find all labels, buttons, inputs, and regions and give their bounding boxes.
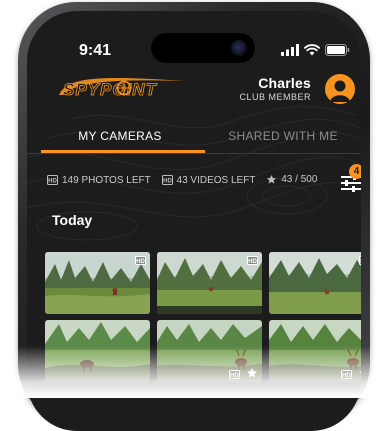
favorite-star-icon[interactable] xyxy=(358,367,361,379)
user-avatar-icon[interactable] xyxy=(325,74,355,104)
favorites-count: 43 / 500 xyxy=(266,174,317,185)
videos-left-text: 43 VIDEOS LEFT xyxy=(176,174,256,186)
hd-photo-icon: HD xyxy=(47,175,58,185)
status-time: 9:41 xyxy=(79,42,112,59)
battery-icon xyxy=(325,44,350,56)
svg-text:HD: HD xyxy=(163,179,172,185)
wifi-icon xyxy=(304,44,320,56)
videos-left: HD 43 VIDEOS LEFT xyxy=(161,174,256,186)
photo-thumbnail[interactable]: HD xyxy=(45,252,150,314)
camera-tabs: MY CAMERAS SHARED WITH ME xyxy=(27,123,361,157)
svg-text:HD: HD xyxy=(48,179,57,185)
wildlife-photo xyxy=(269,252,361,314)
svg-text:HD: HD xyxy=(136,259,145,265)
hd-video-icon: HD xyxy=(161,175,173,185)
quota-row: HD 149 PHOTOS LEFT HD 43 VIDEOS LEFT 43 … xyxy=(47,174,325,190)
photos-left-text: 149 PHOTOS LEFT xyxy=(62,174,151,186)
phone-frame: 9:41 SPYPOINT Charles CLUB MEMBER MY CAM… xyxy=(18,2,370,431)
svg-text:HD: HD xyxy=(342,373,351,379)
favorites-count-text: 43 / 500 xyxy=(281,174,318,185)
star-icon xyxy=(267,174,277,184)
spypoint-logo: SPYPOINT xyxy=(59,77,185,99)
tab-shared-with-me[interactable]: SHARED WITH ME xyxy=(205,123,361,153)
brand-wordmark: SPYPOINT xyxy=(63,80,158,99)
photo-thumbnail[interactable] xyxy=(45,320,150,382)
photo-thumbnail[interactable]: HD xyxy=(269,320,361,382)
status-bar: 9:41 xyxy=(27,11,361,71)
section-title-today: Today xyxy=(52,212,93,228)
favorite-star-icon[interactable] xyxy=(246,367,258,379)
signal-icon xyxy=(281,44,299,56)
wildlife-photo xyxy=(45,320,150,382)
photo-thumbnail[interactable]: HD xyxy=(157,320,262,382)
svg-text:HD: HD xyxy=(230,373,239,379)
photo-thumbnail[interactable]: HD xyxy=(157,252,262,314)
user-name[interactable]: Charles xyxy=(258,75,311,91)
tab-my-cameras[interactable]: MY CAMERAS xyxy=(35,123,205,153)
hd-icon: HD xyxy=(229,370,240,379)
hd-icon: HD xyxy=(341,370,352,379)
hd-icon: HD xyxy=(247,256,258,265)
hd-icon: HD xyxy=(135,256,146,265)
tabs-divider xyxy=(27,153,361,154)
filter-count-badge: 4 xyxy=(349,164,361,179)
svg-text:HD: HD xyxy=(360,259,361,265)
user-tier-label: CLUB MEMBER xyxy=(239,92,311,102)
hd-icon: HD xyxy=(359,256,361,265)
photo-thumbnail[interactable]: HD xyxy=(269,252,361,314)
photos-left: HD 149 PHOTOS LEFT xyxy=(47,175,151,186)
front-camera xyxy=(231,40,247,56)
dynamic-island xyxy=(151,33,255,63)
app-screen: 9:41 SPYPOINT Charles CLUB MEMBER MY CAM… xyxy=(27,11,361,431)
svg-text:HD: HD xyxy=(248,259,257,265)
